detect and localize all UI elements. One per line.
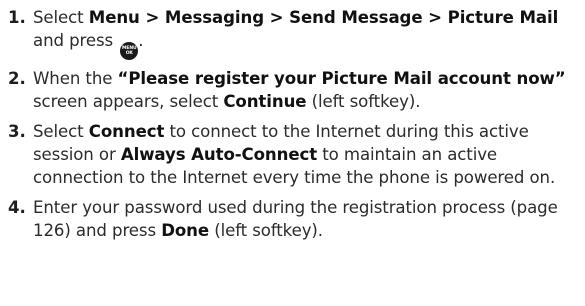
step-text: Select Connect to connect to the Interne…	[33, 122, 556, 187]
step-1: 1. Select Menu > Messaging > Send Messag…	[8, 6, 573, 60]
menu-path: Menu > Messaging > Send Message > Pictur…	[88, 8, 559, 27]
menu-ok-key-icon: MENU OK	[120, 42, 139, 60]
step-text: Enter your password used during the regi…	[33, 198, 558, 240]
step-4: 4. Enter your password used during the r…	[8, 196, 573, 242]
step-number: 1.	[8, 8, 26, 27]
step-2: 2. When the “Please register your Pictur…	[8, 67, 573, 113]
connect-option: Connect	[88, 122, 165, 141]
done-option: Done	[161, 221, 210, 240]
auto-connect-option: Always Auto-Connect	[120, 145, 318, 164]
continue-option: Continue	[223, 92, 307, 111]
instruction-steps: 1. Select Menu > Messaging > Send Messag…	[0, 0, 585, 306]
step-number: 3.	[8, 122, 26, 141]
step-number: 2.	[8, 69, 26, 88]
step-text: When the “Please register your Picture M…	[33, 69, 566, 111]
step-text: Select Menu > Messaging > Send Message >…	[33, 6, 573, 60]
step-3: 3. Select Connect to connect to the Inte…	[8, 120, 573, 189]
screen-name: “Please register your Picture Mail accou…	[117, 69, 566, 88]
step-number: 4.	[8, 198, 26, 217]
